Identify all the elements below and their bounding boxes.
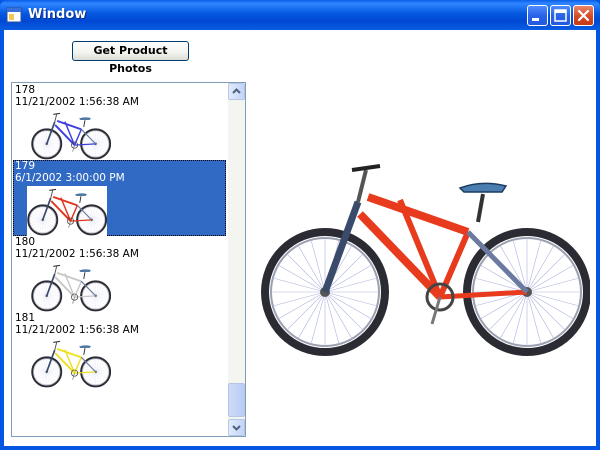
bicycle-thumbnail-icon bbox=[31, 340, 112, 388]
minimize-button[interactable] bbox=[527, 5, 548, 26]
minimize-icon bbox=[532, 18, 539, 21]
bicycle-thumbnail-icon bbox=[27, 188, 108, 236]
scroll-up-button[interactable] bbox=[228, 83, 245, 100]
bicycle-image bbox=[261, 164, 591, 356]
get-product-photos-button[interactable]: Get Product Photos bbox=[72, 41, 189, 75]
chevron-up-icon bbox=[232, 88, 241, 94]
maximize-button[interactable] bbox=[550, 5, 571, 26]
product-photo-list[interactable]: 178 11/21/2002 1:56:38 AM 179 6/1/2002 3:0… bbox=[11, 82, 246, 437]
product-date: 11/21/2002 1:56:38 AM bbox=[15, 96, 139, 108]
product-id: 178 bbox=[15, 84, 36, 96]
window-client-area: Get Product Photos 178 11/21/2002 1:56:38… bbox=[4, 30, 596, 446]
product-list-items: 178 11/21/2002 1:56:38 AM 179 6/1/2002 3:0… bbox=[13, 84, 228, 388]
product-list-item[interactable]: 179 6/1/2002 3:00:00 PM bbox=[13, 160, 226, 236]
product-date: 6/1/2002 3:00:00 PM bbox=[15, 172, 125, 184]
title-bar[interactable]: Window bbox=[0, 0, 600, 30]
scrollbar-thumb[interactable] bbox=[228, 383, 245, 417]
close-icon bbox=[577, 9, 590, 22]
app-window: Window Get Product Photos 178 11/21/2002 … bbox=[0, 0, 600, 450]
maximize-icon bbox=[554, 9, 567, 22]
product-list-item[interactable]: 180 11/21/2002 1:56:38 AM bbox=[13, 236, 226, 312]
product-list-item[interactable]: 178 11/21/2002 1:56:38 AM bbox=[13, 84, 226, 160]
close-button[interactable] bbox=[573, 5, 594, 26]
product-photo-preview bbox=[260, 152, 591, 362]
product-date: 11/21/2002 1:56:38 AM bbox=[15, 324, 139, 336]
bicycle-thumbnail-icon bbox=[31, 264, 112, 312]
bicycle-thumbnail bbox=[31, 262, 112, 312]
bicycle-thumbnail bbox=[31, 338, 112, 388]
chevron-down-icon bbox=[232, 425, 241, 431]
product-id: 180 bbox=[15, 236, 36, 248]
bicycle-thumbnail-icon bbox=[31, 112, 112, 160]
product-id: 181 bbox=[15, 312, 36, 324]
product-list-item[interactable]: 181 11/21/2002 1:56:38 AM bbox=[13, 312, 226, 388]
bicycle-thumbnail bbox=[31, 110, 112, 160]
window-title: Window bbox=[28, 7, 87, 22]
product-date: 11/21/2002 1:56:38 AM bbox=[15, 248, 139, 260]
vertical-scrollbar[interactable] bbox=[228, 83, 245, 436]
product-id: 179 bbox=[15, 160, 36, 172]
scroll-down-button[interactable] bbox=[228, 419, 245, 436]
bicycle-thumbnail bbox=[27, 186, 108, 236]
window-app-icon bbox=[6, 7, 22, 23]
